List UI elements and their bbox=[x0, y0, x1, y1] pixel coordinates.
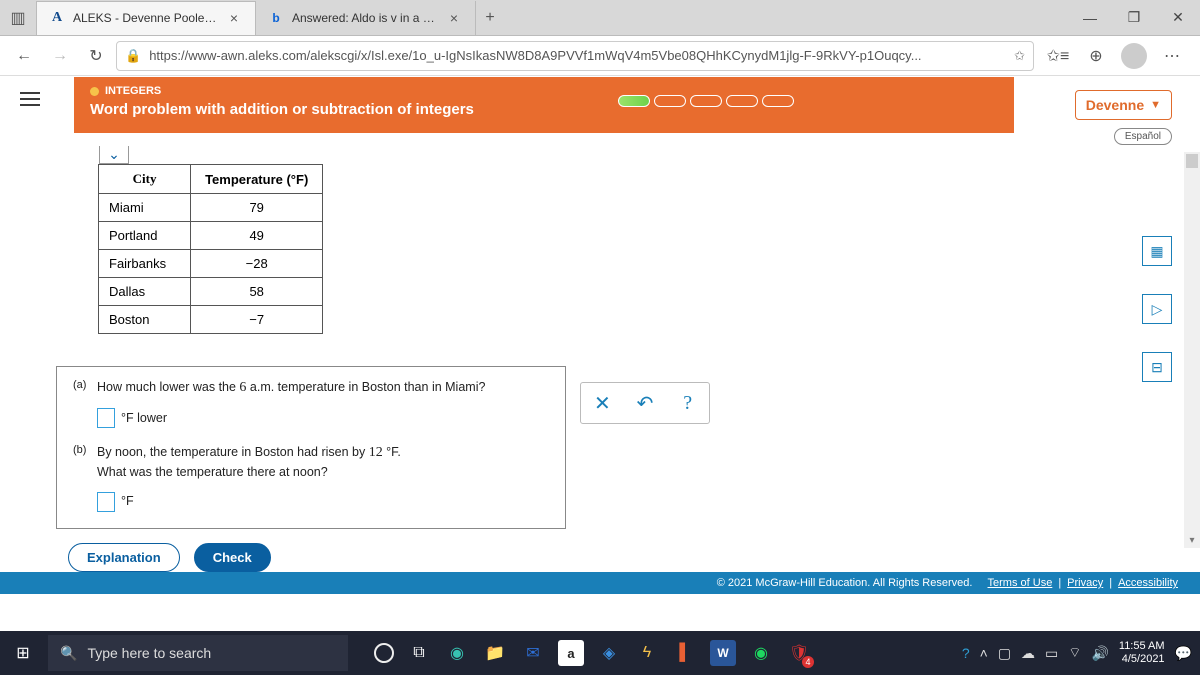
part-a-label: (a) bbox=[73, 377, 86, 394]
table-row: Boston bbox=[99, 306, 191, 334]
window-controls: ― ❐ ✕ bbox=[1068, 0, 1200, 36]
progress-bar bbox=[618, 95, 794, 107]
explorer-icon[interactable]: 📁 bbox=[482, 640, 508, 666]
taskbar-search[interactable]: 🔍 Type here to search bbox=[48, 635, 348, 671]
close-icon[interactable]: × bbox=[225, 10, 243, 26]
new-tab-button[interactable]: + bbox=[476, 9, 504, 27]
topic-label: INTEGERS bbox=[105, 85, 161, 97]
start-button[interactable]: ⊞ bbox=[0, 643, 46, 663]
help-icon[interactable]: ? bbox=[671, 392, 705, 415]
clock[interactable]: 11:55 AM 4/5/2021 bbox=[1119, 640, 1165, 665]
search-icon: 🔍 bbox=[60, 645, 77, 662]
help-tray-icon[interactable]: ? bbox=[962, 645, 970, 661]
spotify-icon[interactable]: ◉ bbox=[748, 640, 774, 666]
answer-a-input[interactable] bbox=[97, 408, 115, 428]
user-menu[interactable]: Devenne▼ bbox=[1075, 90, 1172, 120]
favorites-icon[interactable]: ✩≡ bbox=[1044, 42, 1072, 70]
onedrive-icon[interactable]: ☁ bbox=[1021, 645, 1035, 662]
collections-icon[interactable]: ⊕ bbox=[1082, 42, 1110, 70]
tab-aleks[interactable]: A ALEKS - Devenne Poole - Learn × bbox=[36, 1, 256, 35]
cortana-icon[interactable] bbox=[374, 643, 394, 663]
browser-tab-strip: ▥ A ALEKS - Devenne Poole - Learn × b An… bbox=[0, 0, 1200, 36]
temperature-table: CityTemperature (°F) Miami79 Portland49 … bbox=[98, 164, 323, 334]
scrollbar[interactable]: ▾ bbox=[1184, 152, 1200, 548]
close-icon[interactable]: ✕ bbox=[1156, 0, 1200, 36]
language-toggle[interactable]: Español bbox=[1114, 128, 1172, 145]
task-view-icon[interactable]: ⧉ bbox=[406, 640, 432, 666]
scroll-down-icon[interactable]: ▾ bbox=[1184, 532, 1200, 548]
office-icon[interactable]: ▌ bbox=[672, 640, 698, 666]
restore-icon[interactable]: ❐ bbox=[1112, 0, 1156, 36]
url-text: https://www-awn.aleks.com/alekscgi/x/Isl… bbox=[149, 48, 1006, 63]
wifi-icon[interactable]: ⌔ bbox=[1068, 644, 1081, 662]
table-row: Fairbanks bbox=[99, 250, 191, 278]
bartleby-favicon: b bbox=[268, 10, 284, 26]
dropbox-icon[interactable]: ◈ bbox=[596, 640, 622, 666]
question-box: (a) How much lower was the 6 a.m. temper… bbox=[56, 366, 566, 529]
star-icon[interactable]: ✩ bbox=[1014, 48, 1025, 64]
terms-link[interactable]: Terms of Use bbox=[988, 577, 1053, 589]
refresh-button[interactable]: ↻ bbox=[80, 40, 112, 72]
tab-title: ALEKS - Devenne Poole - Learn bbox=[73, 11, 217, 25]
part-a-text: How much lower was the 6 a.m. temperatur… bbox=[97, 380, 485, 394]
mcafee-icon[interactable]: 🛡 bbox=[786, 640, 812, 666]
forward-button: → bbox=[44, 40, 76, 72]
accessibility-link[interactable]: Accessibility bbox=[1118, 577, 1178, 589]
expand-table-button[interactable]: ⌄ bbox=[99, 146, 129, 164]
check-button[interactable]: Check bbox=[194, 543, 271, 572]
dictionary-icon[interactable]: ⊟ bbox=[1142, 352, 1172, 382]
profile-icon[interactable] bbox=[1120, 42, 1148, 70]
notifications-icon[interactable]: 💬 bbox=[1175, 645, 1192, 662]
side-tools: ▦ ▷ ⊟ bbox=[1142, 236, 1172, 382]
calculator-icon[interactable]: ▦ bbox=[1142, 236, 1172, 266]
menu-icon[interactable] bbox=[20, 92, 40, 106]
answer-b-input[interactable] bbox=[97, 492, 115, 512]
word-icon[interactable]: W bbox=[710, 640, 736, 666]
url-field[interactable]: 🔒 https://www-awn.aleks.com/alekscgi/x/I… bbox=[116, 41, 1034, 71]
tab-actions-icon[interactable]: ▥ bbox=[0, 8, 36, 28]
chevron-down-icon: ▼ bbox=[1150, 99, 1161, 111]
address-bar: ← → ↻ 🔒 https://www-awn.aleks.com/aleksc… bbox=[0, 36, 1200, 76]
minimize-icon[interactable]: ― bbox=[1068, 0, 1112, 36]
battery-icon[interactable]: ▭ bbox=[1045, 645, 1058, 662]
scroll-thumb[interactable] bbox=[1186, 154, 1198, 168]
tab-title: Answered: Aldo is v in a bike rac bbox=[292, 11, 437, 25]
page-footer: © 2021 McGraw-Hill Education. All Rights… bbox=[0, 572, 1200, 594]
lock-icon: 🔒 bbox=[125, 48, 141, 64]
chevron-up-icon[interactable]: ˄ bbox=[980, 645, 988, 661]
more-icon[interactable]: ⋯ bbox=[1158, 42, 1186, 70]
clear-icon[interactable]: ✕ bbox=[585, 391, 619, 416]
part-b-label: (b) bbox=[73, 442, 86, 459]
close-icon[interactable]: × bbox=[445, 10, 463, 26]
col-city: City bbox=[99, 165, 191, 194]
lesson-header: INTEGERS Word problem with addition or s… bbox=[74, 77, 1014, 133]
tab-bartleby[interactable]: b Answered: Aldo is v in a bike rac × bbox=[256, 1, 476, 35]
lesson-title: Word problem with addition or subtractio… bbox=[90, 101, 998, 118]
winamp-icon[interactable]: ϟ bbox=[634, 640, 660, 666]
aleks-page: INTEGERS Word problem with addition or s… bbox=[0, 76, 1200, 612]
part-b-text: By noon, the temperature in Boston had r… bbox=[97, 445, 401, 479]
video-icon[interactable]: ▷ bbox=[1142, 294, 1172, 324]
volume-icon[interactable]: 🔊 bbox=[1091, 645, 1108, 662]
meet-now-icon[interactable]: ▢ bbox=[998, 645, 1011, 662]
back-button[interactable]: ← bbox=[8, 40, 40, 72]
answer-a-unit: °F lower bbox=[121, 409, 167, 428]
topic-dot-icon bbox=[90, 87, 99, 96]
table-row: Dallas bbox=[99, 278, 191, 306]
answer-b-unit: °F bbox=[121, 492, 134, 511]
search-placeholder: Type here to search bbox=[87, 645, 211, 661]
aleks-favicon: A bbox=[49, 10, 65, 26]
privacy-link[interactable]: Privacy bbox=[1067, 577, 1103, 589]
windows-taskbar: ⊞ 🔍 Type here to search ⧉ ◉ 📁 ✉ a ◈ ϟ ▌ … bbox=[0, 631, 1200, 675]
table-row: Miami bbox=[99, 194, 191, 222]
edge-icon[interactable]: ◉ bbox=[444, 640, 470, 666]
copyright: © 2021 McGraw-Hill Education. All Rights… bbox=[717, 577, 973, 589]
undo-icon[interactable]: ↶ bbox=[628, 391, 662, 416]
col-temp: Temperature (°F) bbox=[191, 165, 323, 194]
table-row: Portland bbox=[99, 222, 191, 250]
input-toolbar: ✕ ↶ ? bbox=[580, 382, 710, 424]
mail-icon[interactable]: ✉ bbox=[520, 640, 546, 666]
amazon-icon[interactable]: a bbox=[558, 640, 584, 666]
explanation-button[interactable]: Explanation bbox=[68, 543, 180, 572]
